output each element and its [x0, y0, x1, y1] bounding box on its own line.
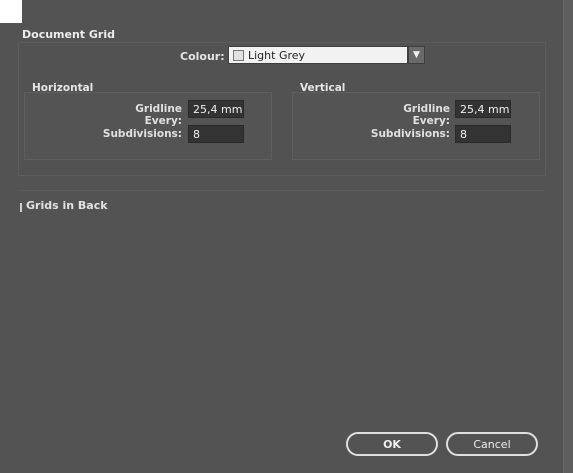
section-title: Document Grid — [22, 28, 115, 41]
horizontal-subdivisions-input[interactable]: 8 — [188, 125, 244, 143]
vertical-gridline-input[interactable]: 25,4 mm — [455, 100, 511, 118]
horizontal-gridline-input[interactable]: 25,4 mm — [188, 100, 244, 118]
options-panel — [18, 190, 544, 421]
corner-white-block — [0, 0, 22, 23]
colour-swatch — [233, 49, 244, 61]
colour-dropdown-button[interactable]: ▼ — [408, 46, 425, 64]
grids-in-back-label[interactable]: Grids in Back — [26, 199, 108, 212]
document-grid-dialog: Document Grid Colour: Light Grey ▼ Horiz… — [0, 0, 573, 473]
dialog-right-edge — [563, 0, 573, 473]
vertical-subdivisions-label: Subdivisions: — [370, 128, 450, 140]
horizontal-gridline-label: Gridline Every: — [135, 103, 182, 127]
chevron-down-icon: ▼ — [413, 50, 420, 60]
colour-select[interactable]: Light Grey — [228, 46, 408, 64]
grids-in-back-checkbox[interactable] — [20, 203, 22, 212]
colour-label: Colour: — [180, 50, 225, 63]
horizontal-subdivisions-label: Subdivisions: — [102, 128, 182, 140]
vertical-gridline-label: Gridline Every: — [403, 103, 450, 127]
ok-button[interactable]: OK — [346, 432, 438, 456]
vertical-subdivisions-input[interactable]: 8 — [455, 125, 511, 143]
colour-select-value: Light Grey — [248, 48, 306, 62]
cancel-button[interactable]: Cancel — [446, 432, 538, 456]
